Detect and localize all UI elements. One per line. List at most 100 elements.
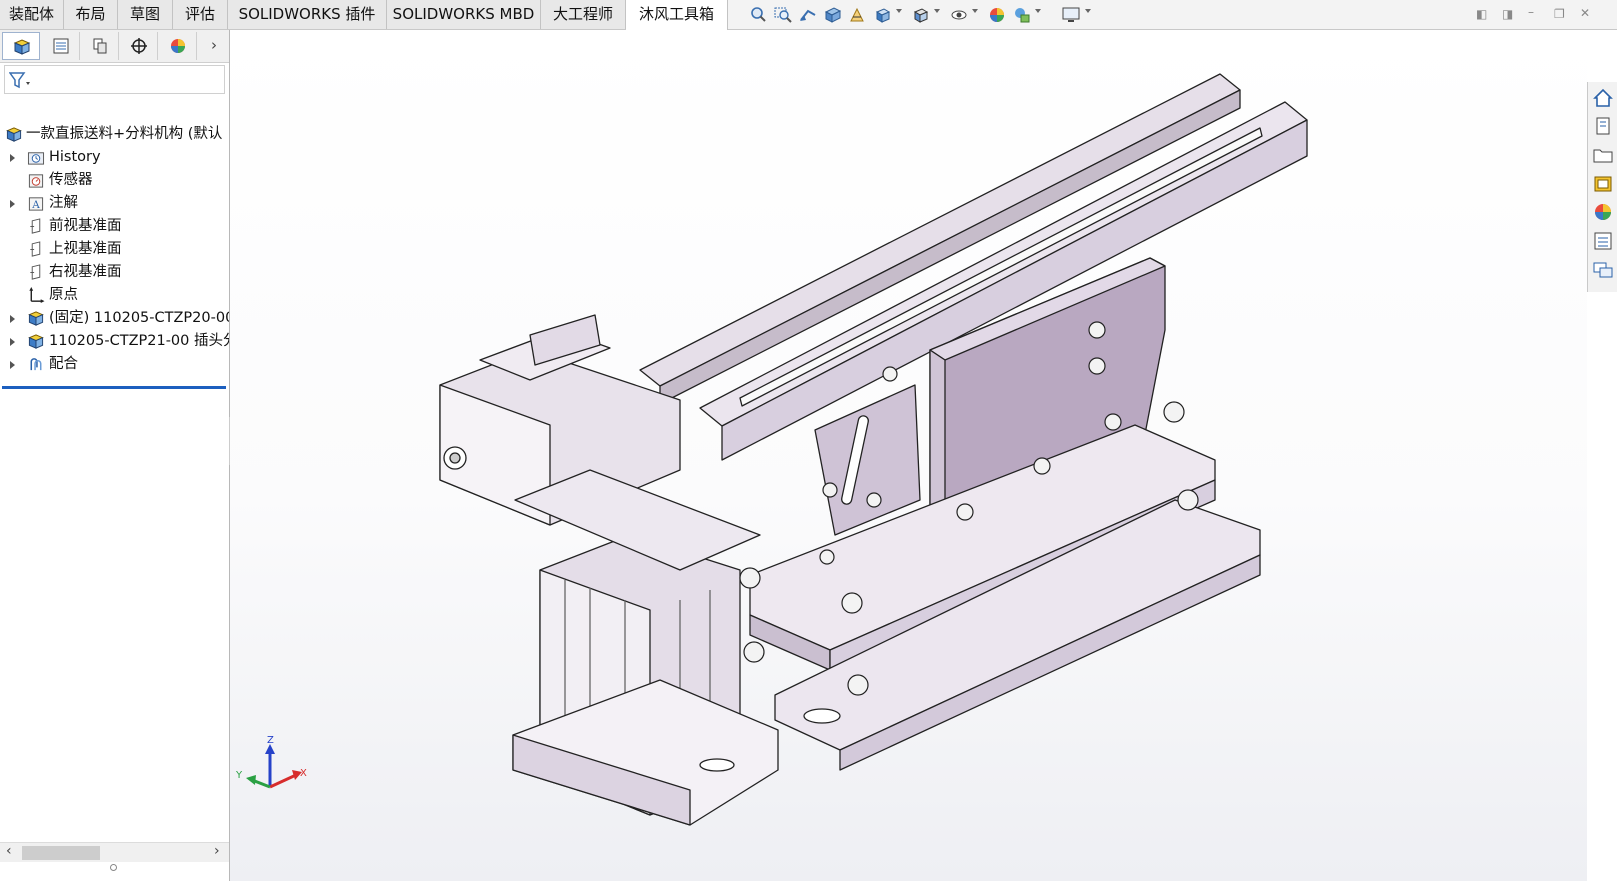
- plane-icon: [30, 241, 41, 257]
- tree-filter[interactable]: [4, 65, 225, 94]
- tree-item-label: History: [49, 149, 101, 165]
- filter-icon: [9, 72, 30, 89]
- propertymanager-tab[interactable]: [42, 32, 80, 60]
- tree-item-origin[interactable]: 原点: [0, 284, 229, 307]
- hide-show-icon[interactable]: [950, 6, 968, 24]
- tree-item-label: 110205-CTZP21-00 插头分: [49, 333, 229, 349]
- bolt-icon: [1088, 357, 1106, 375]
- section-view-icon[interactable]: [824, 6, 842, 24]
- previous-view-icon[interactable]: [799, 6, 817, 24]
- view-palette-icon[interactable]: [1591, 172, 1615, 196]
- featuremanager-tab[interactable]: [2, 32, 40, 60]
- bolt-icon: [956, 503, 974, 521]
- apply-scene-icon[interactable]: [1013, 6, 1031, 24]
- nut-icon: [841, 592, 863, 614]
- propertymanager-icon: [53, 38, 69, 54]
- scroll-thumb[interactable]: [22, 846, 100, 860]
- expand-arrow-icon[interactable]: [10, 338, 15, 346]
- tree-item-label: 注解: [49, 195, 78, 211]
- base-slot-hole: [803, 708, 841, 724]
- triad-z-label: Z: [267, 735, 274, 746]
- tree-item-label: 传感器: [49, 172, 93, 188]
- tree-item-label: 右视基准面: [49, 264, 122, 280]
- file-explorer-icon[interactable]: [1591, 143, 1615, 167]
- edit-appearance-icon[interactable]: [988, 6, 1006, 24]
- tree-item-annotations[interactable]: A 注解: [0, 192, 229, 215]
- home-icon[interactable]: [1591, 86, 1615, 110]
- expand-arrow-icon[interactable]: [10, 361, 15, 369]
- tab-solidworks-addins[interactable]: SOLIDWORKS 插件: [228, 0, 387, 29]
- graphics-area[interactable]: Z X Y: [230, 30, 1587, 881]
- nut-icon: [1177, 489, 1199, 511]
- rollback-bar[interactable]: [2, 386, 226, 389]
- tab-assembly[interactable]: 装配体: [0, 0, 64, 29]
- tree-item-right-plane[interactable]: 右视基准面: [0, 261, 229, 284]
- tree-item-plug-subassembly[interactable]: 110205-CTZP21-00 插头分: [0, 330, 229, 353]
- configurationmanager-tab[interactable]: [81, 32, 119, 60]
- tree-root[interactable]: 一款直振送料+分料机构 (默认: [0, 123, 229, 146]
- expand-arrow-icon[interactable]: [10, 200, 15, 208]
- mates-icon: [30, 358, 42, 371]
- tree-item-history[interactable]: History: [0, 146, 229, 169]
- tree-item-label: (固定) 110205-CTZP20-00: [49, 310, 229, 326]
- design-library-icon[interactable]: [1591, 114, 1615, 138]
- tab-mufeng-toolbox[interactable]: 沐风工具箱: [626, 0, 728, 30]
- coordinate-triad[interactable]: Z X Y: [235, 735, 307, 789]
- tab-engineer[interactable]: 大工程师: [541, 0, 626, 29]
- sensors-icon: [28, 174, 44, 188]
- tree-item-front-plane[interactable]: 前视基准面: [0, 215, 229, 238]
- close-icon[interactable]: ✕: [1580, 7, 1592, 19]
- tab-layout[interactable]: 布局: [64, 0, 118, 29]
- expand-arrow-icon[interactable]: [10, 315, 15, 323]
- zoom-to-fit-icon[interactable]: [749, 6, 767, 24]
- display-style-icon[interactable]: [912, 6, 930, 24]
- scroll-left-icon[interactable]: ‹: [6, 843, 12, 859]
- nut-icon: [739, 567, 761, 589]
- history-folder-icon: [27, 152, 45, 165]
- view-orientation-icon[interactable]: [874, 6, 892, 24]
- tree-item-fixed-subassembly[interactable]: (固定) 110205-CTZP20-00: [0, 307, 229, 330]
- custom-properties-icon[interactable]: [1591, 229, 1615, 253]
- triad-y-label: Y: [235, 770, 243, 781]
- minimize-icon[interactable]: –: [1528, 6, 1540, 18]
- tree-horizontal-scrollbar[interactable]: ‹ ›: [0, 842, 229, 862]
- bolt-icon: [1104, 413, 1122, 431]
- bolt-icon: [1033, 457, 1051, 475]
- bolt-icon: [819, 549, 835, 565]
- panel-tabs-more-icon[interactable]: ›: [211, 36, 217, 54]
- tab-evaluate[interactable]: 评估: [173, 0, 228, 29]
- dimxpertmanager-tab[interactable]: [120, 32, 158, 60]
- view-settings-icon[interactable]: [1062, 6, 1080, 24]
- restore-icon[interactable]: ❐: [1554, 8, 1566, 20]
- tree-item-top-plane[interactable]: 上视基准面: [0, 238, 229, 261]
- feature-manager-panel: › 一款直振送料+分料机构 (默认 History 传感器 A 注解 前视基准面: [0, 30, 230, 881]
- tab-sketch[interactable]: 草图: [118, 0, 173, 29]
- tile-right-icon[interactable]: ◨: [1502, 8, 1514, 20]
- tree-root-label: 一款直振送料+分料机构 (默认: [26, 126, 223, 142]
- command-manager-tabbar: 装配体 布局 草图 评估 SOLIDWORKS 插件 SOLIDWORKS MB…: [0, 0, 1617, 30]
- scroll-right-icon[interactable]: ›: [214, 843, 220, 859]
- nut-icon: [1163, 401, 1185, 423]
- zoom-area-icon[interactable]: [774, 6, 792, 24]
- forum-icon[interactable]: [1591, 258, 1615, 282]
- base-hole: [699, 758, 735, 772]
- displaymanager-tab[interactable]: [159, 32, 197, 60]
- tree-item-label: 配合: [49, 356, 78, 372]
- tree-item-sensors[interactable]: 传感器: [0, 169, 229, 192]
- nut-icon: [743, 641, 765, 663]
- appearances-icon[interactable]: [1591, 200, 1615, 224]
- configurationmanager-icon: [93, 38, 107, 54]
- splitter-grip-icon[interactable]: [110, 864, 117, 871]
- tree-item-mates[interactable]: 配合: [0, 353, 229, 376]
- tile-left-icon[interactable]: ◧: [1476, 8, 1488, 20]
- dimxpert-icon: [131, 38, 147, 54]
- assembly-icon: [6, 127, 22, 142]
- expand-arrow-icon[interactable]: [10, 154, 15, 162]
- triad-x-label: X: [300, 768, 307, 779]
- dynamic-annotation-icon[interactable]: [849, 6, 867, 24]
- tree-item-label: 原点: [49, 287, 78, 303]
- tab-solidworks-mbd[interactable]: SOLIDWORKS MBD: [387, 0, 541, 29]
- origin-icon: [29, 287, 45, 304]
- svg-text:A: A: [31, 199, 40, 211]
- slotted-plate: [814, 384, 921, 536]
